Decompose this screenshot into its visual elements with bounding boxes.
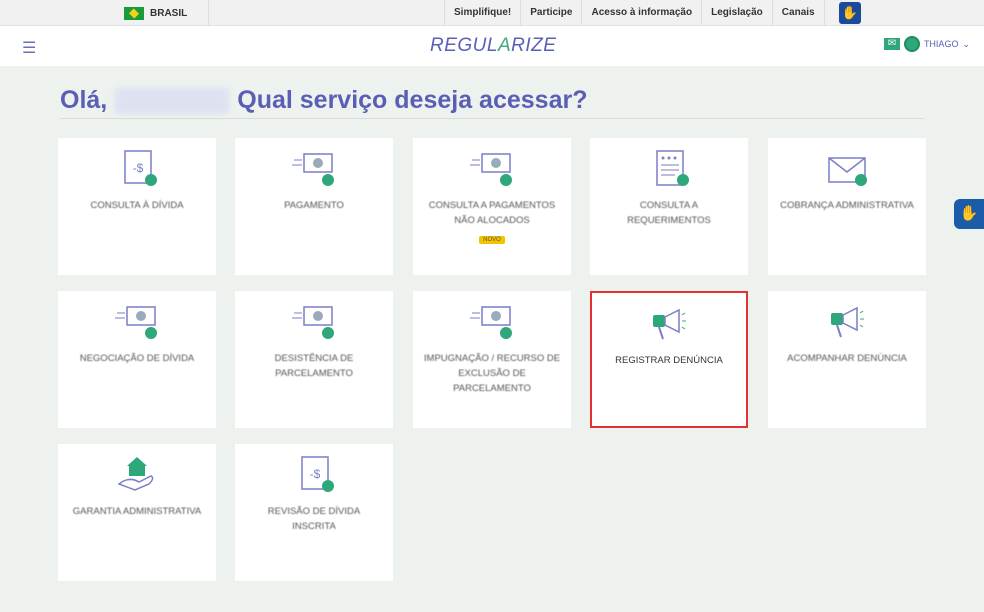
- money-check-icon: [292, 153, 334, 186]
- logo-text: REGUL: [430, 35, 498, 56]
- greeting-hello: Olá,: [60, 86, 108, 114]
- service-card-5[interactable]: COBRANÇA ADMINISTRATIVA: [768, 138, 926, 275]
- service-label: NEGOCIAÇÃO DE DÍVIDA: [79, 353, 195, 364]
- service-card-6[interactable]: NEGOCIAÇÃO DE DÍVIDA: [58, 291, 216, 428]
- service-card-4[interactable]: CONSULTA A REQUERIMENTOS: [590, 138, 748, 275]
- megaphone-icon: [653, 308, 686, 340]
- service-label: REVISÃO DE DÍVIDA INSCRITA: [267, 506, 361, 532]
- header: ☰ REGULARIZE ✉ THIAGO ⌄: [0, 26, 984, 66]
- doc-dollar-search-icon: -$: [124, 150, 157, 186]
- link-acesso-informacao[interactable]: Acesso à informação: [581, 0, 701, 26]
- money-check-icon: [115, 306, 157, 339]
- service-label: COBRANÇA ADMINISTRATIVA: [780, 200, 914, 211]
- title-divider: [60, 118, 924, 119]
- service-label: PAGAMENTO: [284, 200, 344, 211]
- service-card-8[interactable]: IMPUGNAÇÃO / RECURSO DE EXCLUSÃO DE PARC…: [413, 291, 571, 428]
- logo-mark: A: [497, 35, 512, 56]
- blurred-user-name: [115, 87, 230, 114]
- service-label: GARANTIA ADMINISTRATIVA: [72, 506, 202, 517]
- country-label: BRASIL: [150, 7, 188, 19]
- user-avatar-icon: [903, 36, 920, 52]
- logo-text: RIZE: [511, 35, 557, 56]
- user-menu[interactable]: ✉ THIAGO ⌄: [883, 36, 970, 52]
- service-card-12[interactable]: -$ REVISÃO DE DÍVIDA INSCRITA: [235, 444, 393, 581]
- service-card-9[interactable]: REGISTRAR DENÚNCIA: [590, 291, 748, 428]
- divider: [208, 0, 209, 26]
- money-x-icon: [470, 306, 512, 339]
- mail-icon[interactable]: ✉: [883, 38, 900, 50]
- brazil-flag-icon: [124, 6, 144, 20]
- accessibility-side-icon[interactable]: ✋: [954, 199, 984, 229]
- service-card-1[interactable]: -$ CONSULTA À DÍVIDA: [58, 138, 216, 275]
- link-canais[interactable]: Canais: [771, 0, 825, 26]
- new-badge: NOVO: [479, 236, 505, 244]
- house-hand-icon: [117, 457, 154, 491]
- service-label: CONSULTA A REQUERIMENTOS: [627, 200, 711, 226]
- page-title: Olá, Qual serviço deseja acessar?: [60, 86, 587, 115]
- service-card-3[interactable]: CONSULTA A PAGAMENTOS NÃO ALOCADOS NOVO: [413, 138, 571, 275]
- greeting-question: Qual serviço deseja acessar?: [237, 86, 588, 114]
- money-back-icon: [292, 306, 334, 339]
- money-question-icon: [470, 153, 512, 186]
- service-card-2[interactable]: PAGAMENTO: [235, 138, 393, 275]
- chevron-down-icon: ⌄: [962, 38, 970, 49]
- brasil-link[interactable]: BRASIL: [124, 6, 187, 20]
- hamburger-menu-icon[interactable]: ☰: [22, 38, 36, 58]
- link-simplifique[interactable]: Simplifique!: [444, 0, 520, 26]
- service-card-11[interactable]: GARANTIA ADMINISTRATIVA: [58, 444, 216, 581]
- gov-bar: BRASIL Simplifique! Participe Acesso à i…: [0, 0, 984, 26]
- megaphone-icon: [831, 306, 864, 338]
- service-label: ACOMPANHAR DENÚNCIA: [787, 353, 907, 364]
- envelope-dollar-icon: [828, 157, 867, 186]
- svg-text:-$: -$: [310, 467, 321, 481]
- link-legislacao[interactable]: Legislação: [701, 0, 772, 26]
- svg-text:-$: -$: [133, 161, 144, 175]
- accessibility-icon[interactable]: ✋: [839, 2, 861, 24]
- service-label: IMPUGNAÇÃO / RECURSO DE EXCLUSÃO DE PARC…: [423, 353, 561, 394]
- service-label: DESISTÊNCIA DE PARCELAMENTO: [274, 353, 354, 379]
- service-label: CONSULTA À DÍVIDA: [90, 200, 184, 211]
- logo[interactable]: REGULARIZE: [430, 35, 556, 57]
- service-card-10[interactable]: ACOMPANHAR DENÚNCIA: [768, 291, 926, 428]
- document-search-icon: [656, 150, 689, 186]
- service-label: CONSULTA A PAGAMENTOS NÃO ALOCADOS: [428, 200, 556, 226]
- user-name: THIAGO: [923, 39, 959, 49]
- doc-dollar-edit-icon: -$: [301, 456, 334, 492]
- gov-links: Simplifique! Participe Acesso à informaç…: [444, 0, 825, 26]
- link-participe[interactable]: Participe: [520, 0, 581, 26]
- service-label: REGISTRAR DENÚNCIA: [615, 355, 723, 366]
- service-card-7[interactable]: DESISTÊNCIA DE PARCELAMENTO: [235, 291, 393, 428]
